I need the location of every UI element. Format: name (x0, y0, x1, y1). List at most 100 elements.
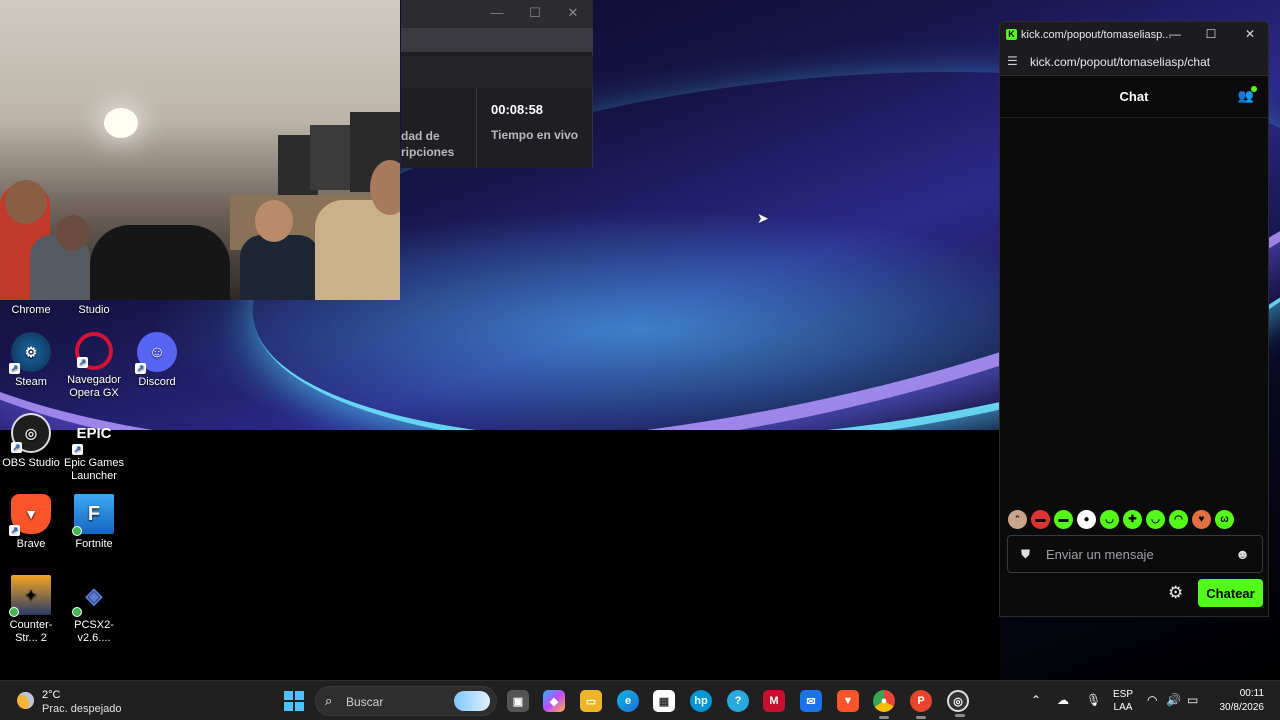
chat-message-input[interactable] (1046, 545, 1226, 563)
desktop-icon-discord[interactable]: ☺ ↗ Discord (125, 332, 189, 389)
chat-message-field[interactable]: ⛊ ☻ (1007, 535, 1263, 573)
desktop-icon-label: Counter-Str... 2 (9, 619, 53, 644)
green-emote-icon[interactable]: ◡ (1100, 510, 1119, 529)
desktop-icon-studio[interactable]: Studio (62, 304, 126, 317)
desktop-icon-label: Fortnite (75, 538, 113, 550)
onedrive-icon[interactable]: ☁ (1057, 693, 1069, 707)
discord-icon: ☺ ↗ (135, 332, 177, 374)
file-explorer-icon[interactable]: ▭ (580, 690, 602, 712)
minimize-icon[interactable]: — (1166, 27, 1184, 41)
desktop-icon-label: Steam (15, 376, 47, 388)
chair (90, 225, 230, 300)
chat-title: Chat (1119, 89, 1149, 104)
taskbar-search[interactable]: ⌕ (315, 686, 497, 716)
stats-toolbar (401, 56, 593, 88)
task-view-icon[interactable]: ▣ (507, 690, 529, 712)
desktop-icon-counter-strike[interactable]: ✦ Counter-Str... 2 (0, 575, 63, 645)
weather-icon (17, 692, 34, 709)
battery-icon[interactable]: ▭ (1187, 693, 1198, 707)
keyboard-layout: LAA (1113, 702, 1133, 713)
volume-icon[interactable]: 🔊 (1166, 693, 1181, 707)
green-emote-icon[interactable]: ▬ (1054, 510, 1073, 529)
search-highlight-icon (454, 691, 490, 711)
obs-taskbar-icon[interactable]: ◎ (947, 690, 969, 717)
desktop-icon-steam[interactable]: ⚙ ↗ Steam (0, 332, 63, 389)
person-head (5, 180, 47, 224)
green-emote-icon[interactable]: ✚ (1123, 510, 1142, 529)
counter-strike-icon: ✦ (9, 575, 51, 617)
copilot-icon[interactable]: ◆ (543, 690, 565, 712)
weather-widget[interactable]: 2°C Prac. despejado (14, 686, 154, 716)
start-button[interactable] (284, 691, 304, 711)
panda-emote-icon[interactable]: ● (1077, 510, 1096, 529)
address-url[interactable]: kick.com/popout/tomaseliasp/chat (1030, 55, 1210, 69)
pcsx2-icon: ◈ (72, 575, 114, 617)
minimize-icon[interactable]: — (487, 5, 507, 20)
stats-titlebar: — ☐ ✕ (401, 0, 593, 28)
brave-icon: ▼ ↗ (9, 494, 51, 536)
live-time-label: Tiempo en vivo (491, 128, 579, 142)
language-indicator[interactable]: ESP LAA (1113, 688, 1133, 714)
kick-chat-window: K kick.com/popout/tomaseliasp... — ☐ ✕ ☰… (999, 21, 1269, 617)
desktop-icon-label: Studio (78, 304, 110, 316)
help-icon[interactable]: ? (727, 690, 749, 712)
chat-header: Chat 👥 (1000, 76, 1268, 118)
maximize-icon[interactable]: ☐ (525, 5, 545, 21)
taskbar: 2°C Prac. despejado ⌕ ▣ ◆ ▭ e ▦ hp ? M ✉… (0, 680, 1280, 720)
taskbar-search-input[interactable] (346, 693, 446, 711)
desktop-icon-obs[interactable]: ◎ ↗ OBS Studio (0, 413, 63, 470)
angry-emote-icon[interactable]: ▬ (1031, 510, 1050, 529)
chevron-up-icon[interactable]: ⌃ (1031, 693, 1041, 707)
chat-window-title: kick.com/popout/tomaseliasp... (1021, 29, 1172, 41)
desktop-icon-label: OBS Studio (2, 457, 60, 469)
desktop-icon-brave[interactable]: ▼ ↗ Brave (0, 494, 63, 551)
maximize-icon[interactable]: ☐ (1202, 27, 1220, 41)
stats-tab-strip (401, 28, 593, 52)
search-icon: ⌕ (325, 693, 333, 708)
desktop-icon-pcsx2[interactable]: ◈ PCSX2-v2.6.... (62, 575, 126, 645)
ceiling-light (104, 108, 138, 138)
recording-app-icon[interactable]: P (910, 690, 932, 719)
subscriptions-label: dad de ripciones (401, 129, 455, 159)
close-icon[interactable]: ✕ (1241, 27, 1259, 41)
taskbar-clock[interactable]: 00:11 30/8/2026 (1216, 687, 1265, 715)
shield-icon[interactable]: ⛊ (1021, 547, 1030, 562)
microsoft-store-icon[interactable]: ▦ (653, 690, 675, 712)
opera-gx-icon: ↗ (75, 332, 113, 370)
send-chat-button[interactable]: Chatear (1198, 579, 1263, 607)
close-icon[interactable]: ✕ (563, 5, 583, 21)
mcafee-icon[interactable]: M (763, 690, 785, 712)
emoji-icon[interactable]: ☻ (1235, 546, 1250, 562)
chrome-taskbar-icon[interactable]: ● (873, 690, 895, 719)
hp-icon[interactable]: hp (690, 690, 712, 712)
weather-temp: 2°C (42, 689, 61, 701)
microphone-icon[interactable]: 🎙 (1086, 693, 1101, 707)
brave-taskbar-icon[interactable]: ▼ (837, 690, 859, 712)
address-bar: ☰ kick.com/popout/tomaseliasp/chat (1000, 48, 1268, 76)
site-info-icon[interactable]: ☰ (1007, 54, 1018, 68)
edge-icon[interactable]: e (617, 690, 639, 712)
heart-emote-icon[interactable]: ♥ (1192, 510, 1211, 529)
green-emote-icon[interactable]: ◠ (1169, 510, 1188, 529)
desktop-icon-fortnite[interactable]: F Fortnite (62, 494, 126, 551)
green-emote-icon[interactable]: ◡ (1146, 510, 1165, 529)
person-head (56, 215, 90, 251)
wifi-icon[interactable]: ◠ (1147, 693, 1157, 707)
desktop-icon-opera-gx[interactable]: ↗ Navegador Opera GX (62, 332, 126, 400)
desktop-icon-label: Discord (138, 376, 176, 388)
gear-icon[interactable]: ⚙ (1168, 583, 1183, 603)
live-time-value: 00:08:58 (491, 102, 544, 117)
person-head (255, 200, 293, 242)
wallpaper-dark-area (0, 430, 1000, 680)
green-emote-icon[interactable]: ω (1215, 510, 1234, 529)
desktop-icon-epic-games[interactable]: EPIC ↗ Epic Games Launcher (62, 413, 126, 483)
cat-emote-icon[interactable]: ᵔ (1008, 510, 1027, 529)
mail-icon[interactable]: ✉ (800, 690, 822, 712)
desktop-icon-label: Epic Games Launcher (64, 457, 124, 482)
steam-icon: ⚙ ↗ (9, 332, 51, 374)
desktop-icon-label: Brave (16, 538, 46, 550)
language-code: ESP (1113, 689, 1134, 700)
desktop-icon-chrome[interactable]: Chrome (0, 304, 63, 317)
stats-cell-subscriptions: dad de ripciones (401, 88, 477, 168)
mouse-cursor-icon: ➤ (757, 210, 769, 226)
